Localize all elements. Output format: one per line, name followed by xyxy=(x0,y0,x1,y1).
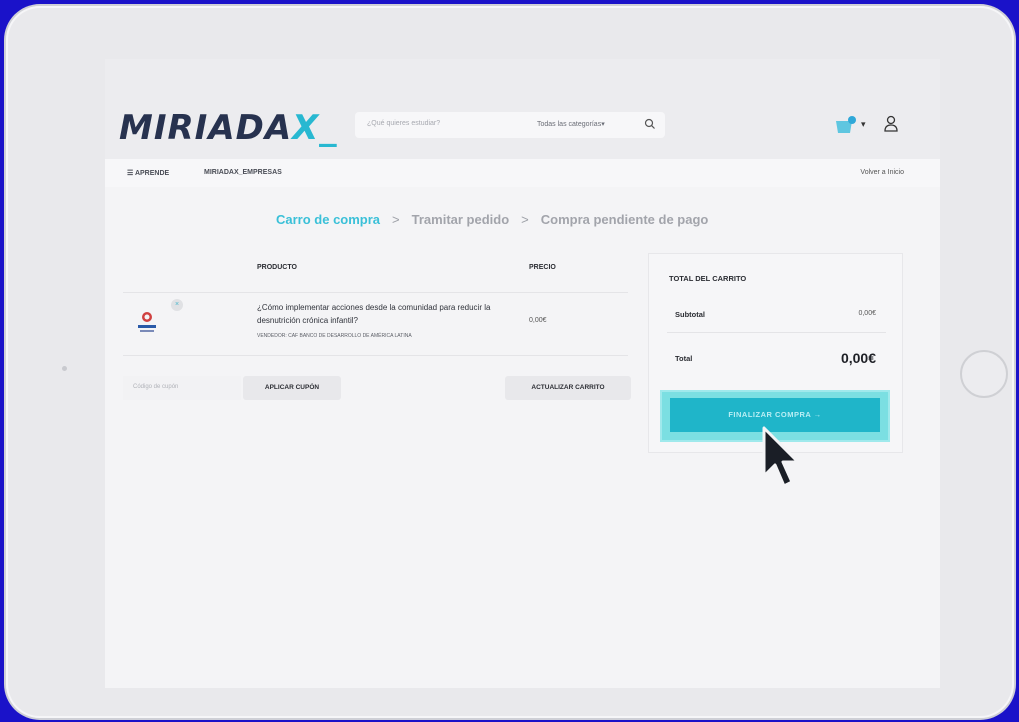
chevron-right-icon: > xyxy=(521,212,529,227)
user-icon[interactable] xyxy=(883,115,899,133)
cart-icon[interactable] xyxy=(833,115,859,137)
search-icon[interactable] xyxy=(643,117,657,131)
category-select-label: Todas las categorías xyxy=(537,121,602,128)
step-process-order: Tramitar pedido xyxy=(411,212,510,227)
cart-totals-title: TOTAL DEL CARRITO xyxy=(669,274,747,283)
search-input[interactable]: ¿Qué quieres estudiar? xyxy=(367,120,440,127)
screen: MIRIADAX_ ¿Qué quieres estudiar? Todas l… xyxy=(105,59,940,688)
logo-text: MIRIADA xyxy=(119,108,293,148)
product-price: 0,00€ xyxy=(529,317,547,324)
checkout-steps: Carro de compra > Tramitar pedido > Compra p… xyxy=(276,212,708,227)
nav-bar: ☰ APRENDE MIRIADAX_EMPRESAS Volver a Ini… xyxy=(105,159,940,187)
tablet-frame: MIRIADAX_ ¿Qué quieres estudiar? Todas l… xyxy=(6,6,1014,718)
total-value: 0,00€ xyxy=(840,350,876,366)
column-header-product: PRODUCTO xyxy=(257,264,297,271)
site-header: MIRIADAX_ ¿Qué quieres estudiar? Todas l… xyxy=(105,59,940,159)
front-camera xyxy=(62,366,67,371)
nav-item-aprende[interactable]: ☰ APRENDE xyxy=(127,169,169,177)
update-cart-button[interactable]: ACTUALIZAR CARRITO xyxy=(505,376,631,400)
logo-accent: X_ xyxy=(292,108,338,148)
coupon-input[interactable]: Código de cupón xyxy=(123,376,241,400)
product-vendor: VENDEDOR: CAF BANCO DE DESARROLLO DE AMÉ… xyxy=(257,333,412,339)
product-thumbnail[interactable] xyxy=(135,307,175,341)
product-name[interactable]: ¿Cómo implementar acciones desde la comu… xyxy=(257,301,497,327)
step-cart: Carro de compra xyxy=(276,212,381,227)
search-bar[interactable]: ¿Qué quieres estudiar? Todas las categor… xyxy=(355,112,665,138)
cart-table: PRODUCTO PRECIO × ¿Cómo implementar acci… xyxy=(123,254,628,364)
table-row: × ¿Cómo implementar acciones desde la co… xyxy=(123,292,628,356)
apply-coupon-button[interactable]: APLICAR CUPÓN xyxy=(243,376,341,400)
total-label: Total xyxy=(675,354,693,363)
category-select[interactable]: Todas las categorías▾ xyxy=(537,120,605,128)
subtotal-label: Subtotal xyxy=(675,310,705,319)
divider xyxy=(667,332,886,333)
subtotal-value: 0,00€ xyxy=(858,310,876,317)
coupon-row: Código de cupón APLICAR CUPÓN ACTUALIZAR… xyxy=(123,376,633,402)
chevron-down-icon[interactable]: ▾ xyxy=(861,119,866,130)
step-pending-payment: Compra pendiente de pago xyxy=(540,212,709,227)
nav-item-empresas[interactable]: MIRIADAX_EMPRESAS xyxy=(204,169,282,176)
logo[interactable]: MIRIADAX_ xyxy=(119,108,337,148)
back-home-link[interactable]: Volver a Inicio xyxy=(860,169,904,176)
column-header-price: PRECIO xyxy=(529,264,556,271)
remove-item-icon[interactable]: × xyxy=(171,299,183,311)
mouse-cursor-icon xyxy=(762,426,800,488)
chevron-right-icon: > xyxy=(392,212,400,227)
coupon-placeholder: Código de cupón xyxy=(133,384,179,390)
home-button[interactable] xyxy=(960,350,1008,398)
